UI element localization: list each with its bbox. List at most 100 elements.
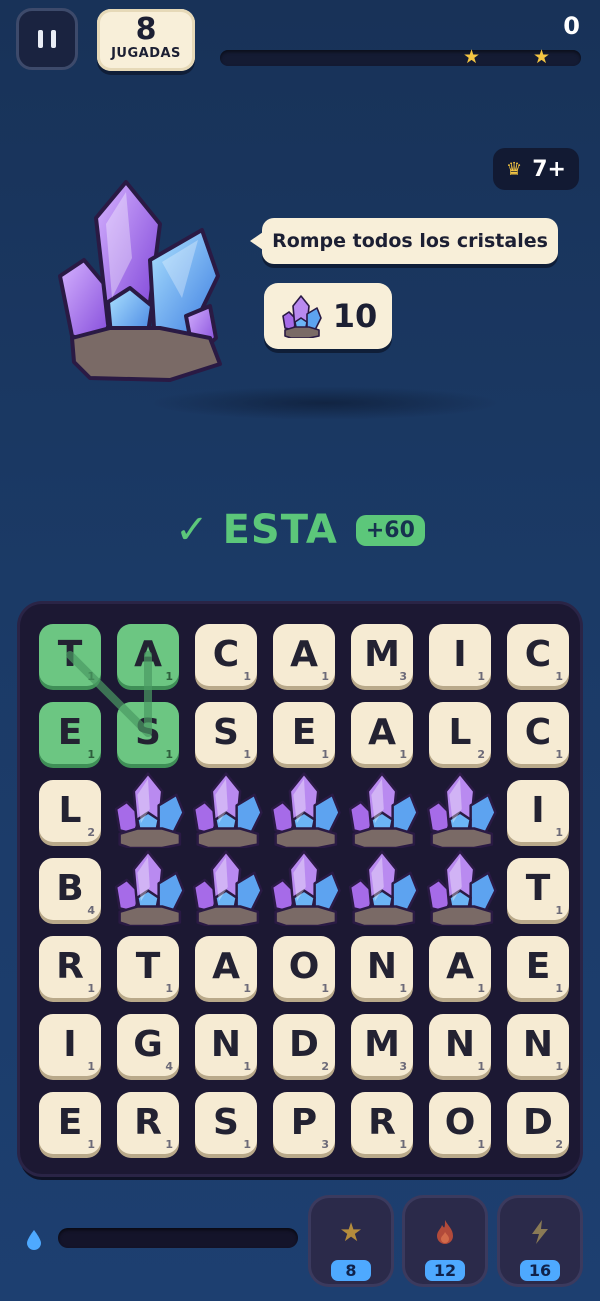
tile-points: 1 <box>321 982 329 995</box>
tile-points: 1 <box>243 748 251 761</box>
tile-points: 4 <box>87 904 95 917</box>
letter-tile[interactable]: E1 <box>273 702 335 764</box>
found-word: ESTA <box>222 507 338 553</box>
letter-tile[interactable]: E1 <box>39 702 101 764</box>
letter-tile[interactable]: R1 <box>39 936 101 998</box>
tile-points: 1 <box>165 670 173 683</box>
letter-tile[interactable]: M3 <box>351 1014 413 1076</box>
letter-tile[interactable]: E1 <box>39 1092 101 1154</box>
letter-tile[interactable]: L2 <box>39 780 101 842</box>
letter-tile[interactable]: I1 <box>39 1014 101 1076</box>
letter-tile[interactable]: D2 <box>507 1092 569 1154</box>
pause-icon <box>38 30 56 48</box>
tile-points: 3 <box>321 1138 329 1151</box>
crystal-shadow <box>150 386 500 420</box>
crystal-icon <box>187 770 265 850</box>
tile-points: 1 <box>87 748 95 761</box>
tile-points: 2 <box>555 1138 563 1151</box>
tile-points: 1 <box>555 982 563 995</box>
tile-points: 1 <box>243 670 251 683</box>
tile-points: 1 <box>555 904 563 917</box>
letter-tile[interactable]: A1 <box>117 624 179 686</box>
tile-points: 2 <box>87 826 95 839</box>
tile-points: 4 <box>165 1060 173 1073</box>
letter-tile[interactable]: T1 <box>39 624 101 686</box>
tile-points: 1 <box>477 982 485 995</box>
letter-tile[interactable]: B4 <box>39 858 101 920</box>
level-text: 7+ <box>532 156 566 182</box>
objective-instruction: Rompe todos los cristales <box>250 218 558 264</box>
crystal-icon <box>281 295 322 338</box>
letter-tile[interactable]: N1 <box>429 1014 491 1076</box>
crystal-icon <box>265 848 343 928</box>
fire-powerup-button[interactable]: 12 <box>405 1198 485 1284</box>
lightning-powerup-button[interactable]: 16 <box>500 1198 580 1284</box>
crystal-icon <box>343 848 421 928</box>
powerup-count: 12 <box>425 1260 465 1281</box>
letter-tile[interactable]: P3 <box>273 1092 335 1154</box>
tile-points: 1 <box>165 748 173 761</box>
letter-tile[interactable]: O1 <box>429 1092 491 1154</box>
crystal-icon <box>265 770 343 850</box>
letter-tile[interactable]: C1 <box>507 702 569 764</box>
big-crystal-icon <box>58 180 222 382</box>
moves-counter: 8 JUGADAS <box>97 9 195 71</box>
letter-tile[interactable]: A1 <box>351 702 413 764</box>
star-powerup-button[interactable]: ★ 8 <box>311 1198 391 1284</box>
tile-points: 2 <box>477 748 485 761</box>
tile-points: 1 <box>165 982 173 995</box>
letter-tile[interactable]: C1 <box>195 624 257 686</box>
power-meter <box>58 1228 298 1248</box>
found-word-banner: ✓ ESTA +60 <box>0 505 600 555</box>
letter-board: T1 A1 C1 A1 M3 I1 C1 E1 S1 S1 E1 A1 L2 C1 L2 I1 B4 T1 R1 T1… <box>20 604 580 1174</box>
score-value: 0 <box>563 12 580 40</box>
found-word-points: +60 <box>355 514 425 546</box>
powerup-count: 8 <box>331 1260 371 1281</box>
letter-tile[interactable]: E1 <box>507 936 569 998</box>
letter-tile[interactable]: N1 <box>351 936 413 998</box>
letter-tile[interactable]: G4 <box>117 1014 179 1076</box>
letter-tile[interactable]: S1 <box>117 702 179 764</box>
letter-tile[interactable]: I1 <box>507 780 569 842</box>
tile-points: 1 <box>399 982 407 995</box>
letter-tile[interactable]: T1 <box>507 858 569 920</box>
letter-tile[interactable]: N1 <box>507 1014 569 1076</box>
tile-points: 3 <box>399 670 407 683</box>
fire-icon <box>405 1218 485 1253</box>
star-icon: ★ <box>463 46 481 68</box>
letter-tile[interactable]: N1 <box>195 1014 257 1076</box>
letter-tile[interactable]: S1 <box>195 1092 257 1154</box>
moves-value: 8 <box>135 12 157 47</box>
tile-points: 1 <box>399 1138 407 1151</box>
score-progress-bar: ★ ★ <box>220 46 581 68</box>
check-icon: ✓ <box>175 507 209 553</box>
letter-tile[interactable]: T1 <box>117 936 179 998</box>
level-badge: ♛ 7+ <box>493 148 579 190</box>
tile-points: 1 <box>477 1138 485 1151</box>
letter-tile[interactable]: C1 <box>507 624 569 686</box>
tile-points: 1 <box>477 1060 485 1073</box>
letter-tile[interactable]: S1 <box>195 702 257 764</box>
tile-points: 1 <box>555 826 563 839</box>
letter-tile[interactable]: A1 <box>195 936 257 998</box>
tile-points: 1 <box>555 1060 563 1073</box>
pause-button[interactable] <box>16 8 78 70</box>
tile-points: 1 <box>87 670 95 683</box>
tile-points: 1 <box>243 982 251 995</box>
crystal-icon <box>421 770 499 850</box>
powerup-count: 16 <box>520 1260 560 1281</box>
letter-tile[interactable]: I1 <box>429 624 491 686</box>
crystal-icon <box>421 848 499 928</box>
tile-points: 1 <box>477 670 485 683</box>
letter-tile[interactable]: D2 <box>273 1014 335 1076</box>
lightning-icon <box>500 1218 580 1253</box>
letter-tile[interactable]: A1 <box>429 936 491 998</box>
letter-tile[interactable]: M3 <box>351 624 413 686</box>
letter-tile[interactable]: L2 <box>429 702 491 764</box>
letter-tile[interactable]: R1 <box>351 1092 413 1154</box>
crystal-icon <box>187 848 265 928</box>
letter-tile[interactable]: O1 <box>273 936 335 998</box>
tile-points: 1 <box>555 748 563 761</box>
letter-tile[interactable]: A1 <box>273 624 335 686</box>
letter-tile[interactable]: R1 <box>117 1092 179 1154</box>
